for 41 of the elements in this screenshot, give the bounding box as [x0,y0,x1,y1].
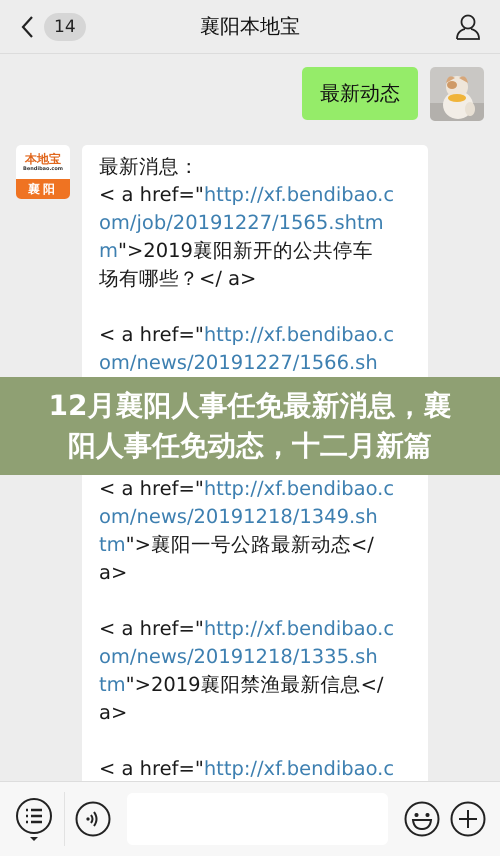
message-text: < a href=" [99,183,204,206]
message-text: ">2019襄阳禁渔最新信息</ [126,673,384,696]
voice-icon [75,801,111,837]
message-text: a> [99,561,128,584]
sent-message-bubble: 最新动态 [302,67,418,120]
message-text: ">襄阳一号公路最新动态</ [126,533,374,556]
link-text[interactable]: m [99,239,118,262]
menu-icon [14,797,54,841]
smiley-icon [404,801,440,837]
link-text[interactable]: http://xf.bendibao.c [204,477,394,500]
link-text[interactable]: tm [99,673,126,696]
link-text[interactable]: tm [99,533,126,556]
message-text: 场有哪些？</ a> [99,267,256,290]
link-text[interactable]: om/news/20191227/1566.sh [99,351,378,374]
link-text[interactable]: om/news/20191218/1335.sh [99,645,378,668]
link-text[interactable]: om/job/20191227/1565.shtm [99,211,384,234]
message-text: 最新消息： [99,155,199,178]
chat-title: 襄阳本地宝 [200,13,300,40]
emoji-button[interactable] [404,801,440,837]
logo-city-label: 襄阳 [16,179,70,199]
headline: 12月襄阳人事任免最新消息，襄阳人事任免动态，十二月新篇 [48,388,452,464]
voice-button[interactable] [75,801,111,837]
link-text[interactable]: om/news/20191218/1349.sh [99,505,378,528]
message-text: < a href=" [99,757,204,780]
message-text: < a href=" [99,323,204,346]
back-icon [20,14,34,38]
message-text: < a href=" [99,617,204,640]
message-text: ">2019襄阳新开的公共停车 [118,239,373,262]
add-button[interactable] [450,801,486,837]
unread-count-badge: 14 [44,12,86,40]
message-text: a> [99,701,128,724]
link-text[interactable]: http://xf.bendibao.c [204,617,394,640]
plus-icon [450,801,486,837]
link-text[interactable]: http://xf.bendibao.c [204,757,394,780]
link-text[interactable]: http://xf.bendibao.c [204,183,394,206]
logo-text: 本地宝 [25,152,61,166]
link-text[interactable]: http://xf.bendibao.c [204,323,394,346]
message-text: < a href=" [99,477,204,500]
profile-button[interactable] [454,12,482,40]
person-icon [454,12,482,40]
menu-button[interactable] [14,797,54,841]
